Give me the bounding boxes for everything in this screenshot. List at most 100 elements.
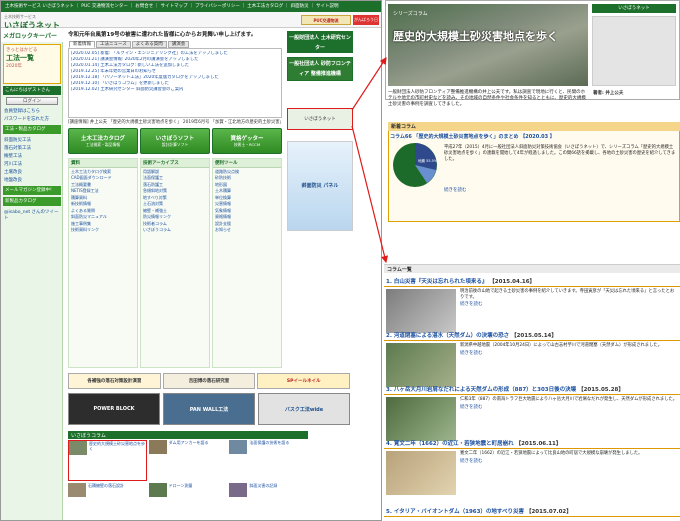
- column-thumb: [229, 483, 248, 497]
- license-button[interactable]: 資格ゲッター 技術士・RCCM: [212, 128, 282, 154]
- entry-readmore-link[interactable]: 続きを読む: [460, 302, 678, 308]
- top-nav-bar[interactable]: 土木技術サービス いさぼうネット ｜ PUC 交通物流センター ｜ お問合せ ｜…: [1, 1, 381, 12]
- entry-text: 仁和3年（887）の南海トラフ巨大地震により八ヶ岳大月川で岩屑なだれが発生し、天…: [460, 397, 678, 402]
- column-link[interactable]: お知らせ: [213, 227, 281, 234]
- new-column-text: 平成27年（2015）4月に一般社団法人斜面防災対策技術協会（いさぼうネット）で…: [444, 145, 676, 162]
- forgot-password-link[interactable]: パスワードを忘れた方: [1, 115, 62, 123]
- column-item[interactable]: ダム用アンカーを語る: [148, 440, 228, 481]
- tab-lectures[interactable]: 講演会: [167, 41, 190, 48]
- entry-readmore-link[interactable]: 続きを読む: [460, 459, 642, 465]
- column-grid: 歴史的大規模土砂災害地点を歩く ダム用アンカーを語る 法面保護の技術を語る 石積…: [68, 440, 308, 520]
- column-item[interactable]: 斜面災害の記録: [229, 483, 308, 520]
- sidebar-item[interactable]: 落石対策工法: [1, 144, 62, 152]
- sidebar-title[interactable]: メガロックキーパー: [1, 28, 63, 42]
- entry-title[interactable]: 2. 河道閉塞による湛水（天然ダム）の決壊の恐さ: [386, 333, 509, 339]
- column-item-title: 斜面災害の記録: [249, 483, 278, 488]
- column-item-title: 歴史的大規模土砂災害地点を歩く: [89, 441, 145, 451]
- sidebar-section-newproduct[interactable]: 新製品カタログ: [3, 197, 61, 206]
- entry-title[interactable]: 4. 寛文二年（1662）の近江・若狭地震と町居崩れ: [386, 441, 514, 447]
- column-tools: 便利ツール 道路防災点検 砂防技術 地形図 土木積算 単位換算 災害情報 気象情…: [212, 158, 282, 368]
- promo-banner[interactable]: 各補強の落石対策設計演習: [68, 373, 161, 389]
- product-card[interactable]: PAN WALL工法: [163, 393, 255, 425]
- software-button[interactable]: いさぼうソフト 設計計算ソフト: [140, 128, 210, 154]
- sidebar-item[interactable]: 地盤改良: [1, 176, 62, 184]
- entry-thumbnail: [386, 397, 456, 441]
- header-badge[interactable]: がんばろう日本: [353, 15, 379, 32]
- sidebar-item[interactable]: 擁壁工法: [1, 152, 62, 160]
- banner-column-highlighted[interactable]: いさぼうネット: [287, 108, 353, 130]
- column-entry: 3. 八ヶ岳大月川岩屑なだれによる天然ダムの形成（887）と303日後の決壊 【…: [384, 384, 680, 443]
- column-entry: 5. イタリア・バイオントダム（1963）の地すべり災害 【2015.07.02…: [384, 506, 680, 517]
- column-thumb: [229, 440, 248, 454]
- main-nav-buttons: 土木工法カタログ 工法検索・製品情報 いさぼうソフト 設計計算ソフト 資格ゲッター技…: [68, 128, 282, 154]
- product-cards: POWER BLOCK PAN WALL工法 バスク工法wide: [68, 393, 350, 425]
- entry-title[interactable]: 3. 八ヶ岳大月川岩屑なだれによる天然ダムの形成（887）と303日後の決壊: [386, 387, 576, 393]
- promo-banner[interactable]: 吉田博の落石研究室: [162, 373, 256, 389]
- twitter-feed-label[interactable]: @isabo_net さんのツイート: [1, 208, 62, 222]
- banner-research-center[interactable]: 一般財団法人 土木研究センター: [287, 31, 353, 53]
- sidebar-item[interactable]: 河川工法: [1, 160, 62, 168]
- new-column-title[interactable]: コラム66 「歴史的大規模土砂災害地点を歩く」のまとめ 【2020.03 】: [390, 133, 555, 140]
- column-item-highlighted[interactable]: 歴史的大規模土砂災害地点を歩く: [68, 440, 147, 481]
- login-button[interactable]: ログイン: [6, 97, 58, 105]
- new-column-heading: 新着コラム: [388, 122, 680, 131]
- entry-date: 【2015.07.02】: [525, 509, 572, 515]
- page-slogan: 令和元年台風第19号の被害に遭われた皆様に心からお見舞い申し上げます。: [68, 32, 257, 38]
- entry-readmore-link[interactable]: 続きを読む: [460, 405, 677, 411]
- entry-title[interactable]: 5. イタリア・バイオントダム（1963）の地すべり災害: [386, 509, 524, 515]
- new-column-readmore-link[interactable]: 続きを読む: [444, 187, 467, 193]
- software-button-sub: 設計計算ソフト: [161, 142, 189, 147]
- column-archives: 技術アーカイブス 用語解説 法面保護工 落石防護工 急傾斜地対策 地すべり対策 …: [140, 158, 210, 368]
- column-section-heading: いさぼうコラム: [68, 431, 308, 439]
- tab-faq[interactable]: よくある質問: [131, 41, 167, 48]
- promo-banner[interactable]: SPイールネイル: [257, 373, 351, 389]
- column-thumb: [68, 483, 86, 497]
- column-header: 技術アーカイブス: [141, 159, 209, 168]
- banner-sabo-frontier[interactable]: 一般社団法人 砂防フロンティア 整備推進機構: [287, 57, 353, 81]
- banner-map[interactable]: 斜面防災 パネル: [287, 141, 353, 231]
- catalog-button[interactable]: 土木工法カタログ 工法検索・製品情報: [68, 128, 138, 154]
- author-document-image: [592, 16, 676, 86]
- column-documents: 資料 土木工法カタログ検索 CAD図面ダウンロード 工法概要書 NETIS登録工…: [68, 158, 138, 368]
- right-logo[interactable]: いさぼうネット: [592, 4, 676, 13]
- sidebar-section-catalog: 工法・製品カタログ: [3, 125, 61, 134]
- column-entry: 4. 寛文二年（1662）の近江・若狭地震と町居崩れ 【2015.06.11】 …: [384, 438, 680, 497]
- entry-text: 新潟県中越地震（2004年10月24日）によって山古志村芋川で河道閉塞（天然ダム…: [460, 343, 662, 348]
- column-item-title: ダム用アンカーを語る: [168, 440, 209, 445]
- sidebar-item[interactable]: 土壌改良: [1, 168, 62, 176]
- column-item[interactable]: 石積擁壁の落石設計: [68, 483, 147, 520]
- column-link[interactable]: 技術資料リンク: [69, 227, 137, 234]
- column-thumb: [148, 483, 167, 497]
- column-link[interactable]: いさぼうコラム: [141, 227, 209, 234]
- entry-title[interactable]: 1. 白山災害『天災は忘れられた頃来る』: [386, 279, 487, 285]
- link-columns: 資料 土木工法カタログ検索 CAD図面ダウンロード 工法概要書 NETIS登録工…: [68, 158, 282, 368]
- license-button-sub: 技術士・RCCM: [233, 142, 261, 147]
- column-item[interactable]: ドローン測量: [148, 483, 228, 520]
- info-bar[interactable]: [講座情報] 井上公夫 「歴史的大規模土砂災害地点を歩く」 2019年6月号 「…: [68, 119, 282, 126]
- entry-thumbnail: [386, 343, 456, 387]
- sidebar-promo[interactable]: きっとはかどる 工法一覧 2020年: [3, 44, 61, 84]
- site-header: 土木技術サービス いさぼうネット PUC交通物流 がんばろう日本: [1, 12, 381, 32]
- promo-year: 2020年: [6, 64, 22, 69]
- tab-news[interactable]: 新着情報: [69, 41, 95, 48]
- news-tabs: 新着情報 工法ニュース よくある質問 講演会: [69, 41, 190, 48]
- logo-subtitle: 土木技術サービス: [4, 14, 36, 19]
- entry-thumbnail: [386, 451, 456, 495]
- sidebar-section-mailmag[interactable]: メールマガジン登録中!: [3, 186, 61, 195]
- homepage-screenshot: 土木技術サービス いさぼうネット ｜ PUC 交通物流センター ｜ お問合せ ｜…: [0, 0, 382, 521]
- sidebar-item[interactable]: 斜面防災工法: [1, 136, 62, 144]
- news-item[interactable]: [2019.12.02] 土木研究センター 斜面防災講習会のご案内: [71, 87, 279, 93]
- column-header: 便利ツール: [213, 159, 281, 168]
- header-banner[interactable]: PUC交通物流: [301, 15, 351, 25]
- entry-date: 【2015.06.11】: [515, 441, 562, 447]
- series-intro: 一般財団法人砂防フロンティア整備推進機構の井上公夫です。私は調査で現地に行くと、…: [388, 90, 586, 107]
- product-card[interactable]: POWER BLOCK: [68, 393, 160, 425]
- product-card[interactable]: バスク工法wide: [258, 393, 350, 425]
- entry-date: 【2015.05.14】: [511, 333, 557, 339]
- entry-readmore-link[interactable]: 続きを読む: [460, 351, 662, 357]
- register-link[interactable]: 会員登録はこちら: [1, 107, 62, 115]
- column-item[interactable]: 法面保護の技術を語る: [229, 440, 308, 481]
- column-thumb: [148, 440, 167, 454]
- tab-method-news[interactable]: 工法ニュース: [96, 41, 131, 48]
- catalog-button-sub: 工法検索・製品情報: [85, 142, 121, 147]
